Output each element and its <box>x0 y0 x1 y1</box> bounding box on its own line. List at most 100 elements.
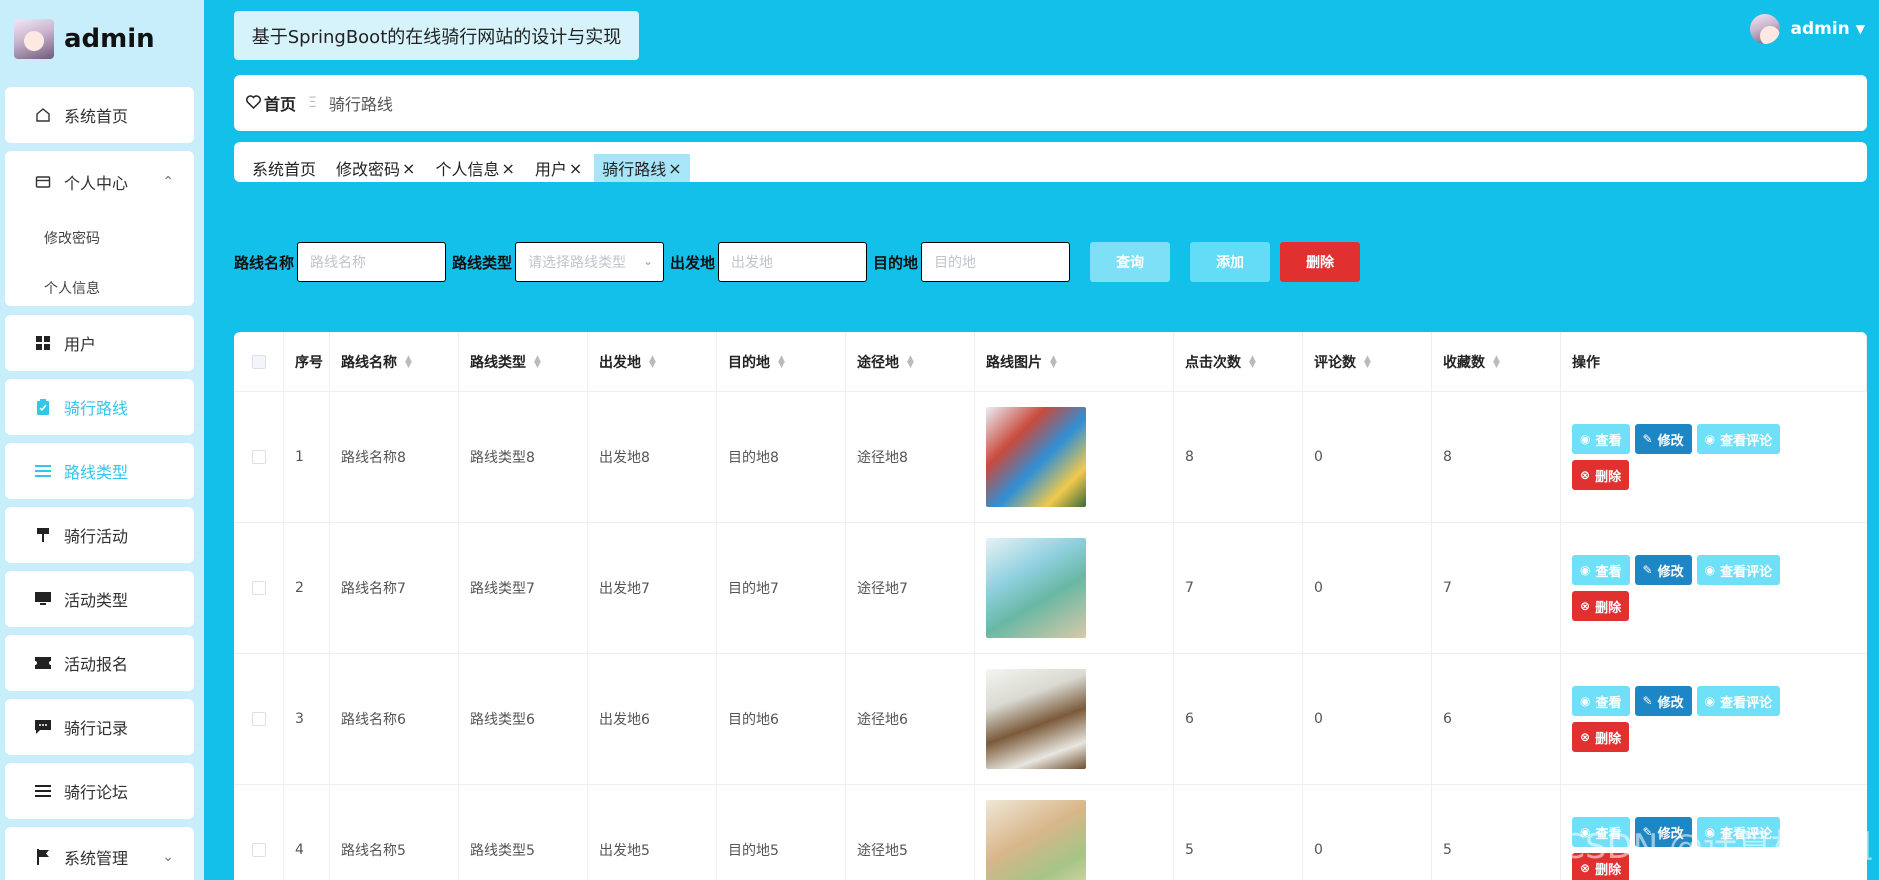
column-header[interactable]: 路线名称 ▲ ▼ <box>330 332 459 391</box>
cell-value: 途径地5 <box>857 843 908 859</box>
sidebar-item-personal-center[interactable]: 个人中心 ⌃ <box>5 151 194 213</box>
edit-button[interactable]: ✎ 修改 <box>1634 424 1692 454</box>
delete-button[interactable]: 删除 <box>1280 242 1361 282</box>
route-image[interactable] <box>986 538 1086 638</box>
tag-home[interactable]: 系统首页 <box>244 154 324 182</box>
close-icon[interactable]: × <box>668 159 681 178</box>
breadcrumb-home[interactable]: 首页 <box>246 91 296 115</box>
cell-to: 目的地5 <box>717 785 846 880</box>
close-icon[interactable]: × <box>402 159 415 178</box>
row-checkbox[interactable] <box>251 581 266 595</box>
sidebar-subitem-change-password[interactable]: 修改密码 <box>5 213 194 263</box>
destination-input[interactable]: 目的地 <box>921 242 1071 282</box>
view-button[interactable]: ◉ 查看 <box>1572 555 1630 585</box>
column-header-label: 收藏数 <box>1443 354 1485 371</box>
view-button[interactable]: ◉ 查看 <box>1572 686 1630 716</box>
column-header[interactable]: 途径地 ▲ ▼ <box>846 332 975 391</box>
pencil-icon: ✎ <box>1642 432 1653 446</box>
cell-clicks: 7 <box>1174 523 1303 653</box>
button-label: 查看评论 <box>1720 564 1773 580</box>
route-image[interactable] <box>986 669 1086 769</box>
sidebar-item-activities[interactable]: 骑行活动 <box>5 507 194 563</box>
route-image[interactable] <box>986 800 1086 880</box>
sidebar-item-forum[interactable]: 骑行论坛 <box>5 763 194 819</box>
delete-row-button[interactable]: ⊗ 删除 <box>1572 460 1630 490</box>
user-menu[interactable]: admin ▼ <box>1750 14 1865 44</box>
edit-button[interactable]: ✎ 修改 <box>1634 686 1692 716</box>
column-header[interactable]: 点击次数 ▲ ▼ <box>1174 332 1303 391</box>
button-label: 删除 <box>1595 731 1622 747</box>
column-header[interactable]: 路线图片 ▲ ▼ <box>975 332 1174 391</box>
tag-routes[interactable]: 骑行路线 × <box>594 154 690 182</box>
view-comments-button[interactable]: ◉ 查看评论 <box>1696 686 1781 716</box>
view-button[interactable]: ◉ 查看 <box>1572 424 1630 454</box>
select-all-checkbox[interactable] <box>251 354 266 369</box>
sort-icon[interactable]: ▲ ▼ <box>534 354 541 369</box>
sidebar-item-label: 系统首页 <box>64 107 129 126</box>
sidebar-item-system[interactable]: 系统管理 ⌄ <box>5 827 194 880</box>
sidebar-item-route-types[interactable]: 路线类型 <box>5 443 194 499</box>
row-checkbox[interactable] <box>251 712 266 726</box>
row-actions: ◉ 查看 ✎ 修改 ◉ 查看评论 ⊗ 删除 <box>1572 686 1802 752</box>
cell-favs: 8 <box>1432 392 1561 522</box>
row-actions: ◉ 查看 ✎ 修改 ◉ 查看评论 ⊗ 删除 <box>1572 555 1802 621</box>
cell-value: 6 <box>1443 711 1452 727</box>
home-icon <box>34 106 52 124</box>
view-comments-button[interactable]: ◉ 查看评论 <box>1696 555 1781 585</box>
column-header[interactable]: 出发地 ▲ ▼ <box>588 332 717 391</box>
cell-value: 0 <box>1314 842 1323 858</box>
sidebar-item-users[interactable]: 用户 <box>5 315 194 371</box>
view-comments-button[interactable]: ◉ 查看评论 <box>1696 424 1781 454</box>
cell-value: 0 <box>1314 449 1323 465</box>
sort-icon[interactable]: ▲ ▼ <box>1364 354 1371 369</box>
ticket-icon <box>34 654 52 672</box>
sort-icon[interactable]: ▲ ▼ <box>649 354 656 369</box>
row-checkbox[interactable] <box>251 843 266 857</box>
sidebar-item-home[interactable]: 系统首页 <box>5 87 194 143</box>
route-image[interactable] <box>986 407 1086 507</box>
avatar <box>14 19 54 59</box>
sort-icon[interactable]: ▲ ▼ <box>405 354 412 369</box>
sidebar-item-label: 个人中心 <box>64 174 129 193</box>
cell-value: 2 <box>295 580 304 596</box>
sidebar-item-records[interactable]: 骑行记录 <box>5 699 194 755</box>
sidebar-item-activity-types[interactable]: 活动类型 <box>5 571 194 627</box>
sort-icon[interactable]: ▲ ▼ <box>778 354 785 369</box>
cell-value: 7 <box>1185 580 1194 596</box>
column-header[interactable]: 路线类型 ▲ ▼ <box>459 332 588 391</box>
sort-icon[interactable]: ▲ ▼ <box>907 354 914 369</box>
route-type-label: 路线类型 <box>452 253 513 272</box>
sort-icon[interactable]: ▲ ▼ <box>1249 354 1256 369</box>
close-icon[interactable]: × <box>501 159 514 178</box>
sidebar-item-label: 骑行论坛 <box>64 783 129 802</box>
route-image-cell <box>975 392 1174 522</box>
chevron-down-icon: ⌄ <box>642 254 654 268</box>
route-type-select[interactable]: 请选择路线类型 ⌄ <box>515 242 665 282</box>
user-name: admin <box>1790 19 1850 39</box>
tag-users[interactable]: 用户 × <box>527 154 590 182</box>
route-name-input[interactable]: 路线名称 <box>297 242 447 282</box>
edit-button[interactable]: ✎ 修改 <box>1634 555 1692 585</box>
cell-value: 路线类型8 <box>470 450 535 466</box>
route-image-cell <box>975 654 1174 784</box>
tag-change-password[interactable]: 修改密码 × <box>328 154 423 182</box>
row-checkbox[interactable] <box>251 450 266 464</box>
origin-input[interactable]: 出发地 <box>718 242 868 282</box>
sort-icon[interactable]: ▲ ▼ <box>1050 354 1057 369</box>
sidebar-item-label: 系统管理 <box>64 849 129 868</box>
tag-personal-info[interactable]: 个人信息 × <box>427 154 522 182</box>
add-button[interactable]: 添加 <box>1190 242 1271 282</box>
close-icon[interactable]: × <box>569 159 582 178</box>
column-header[interactable]: 评论数 ▲ ▼ <box>1303 332 1432 391</box>
delete-row-button[interactable]: ⊗ 删除 <box>1572 591 1630 621</box>
sidebar-item-registrations[interactable]: 活动报名 <box>5 635 194 691</box>
column-header[interactable]: 目的地 ▲ ▼ <box>717 332 846 391</box>
sidebar-item-routes[interactable]: 骑行路线 <box>5 379 194 435</box>
cell-no: 4 <box>284 785 330 880</box>
breadcrumb-separator: Ξ <box>308 95 317 111</box>
query-button[interactable]: 查询 <box>1090 242 1171 282</box>
sidebar-subitem-personal-info[interactable]: 个人信息 <box>5 263 194 313</box>
sort-icon[interactable]: ▲ ▼ <box>1493 354 1500 369</box>
delete-row-button[interactable]: ⊗ 删除 <box>1572 722 1630 752</box>
column-header[interactable]: 收藏数 ▲ ▼ <box>1432 332 1561 391</box>
